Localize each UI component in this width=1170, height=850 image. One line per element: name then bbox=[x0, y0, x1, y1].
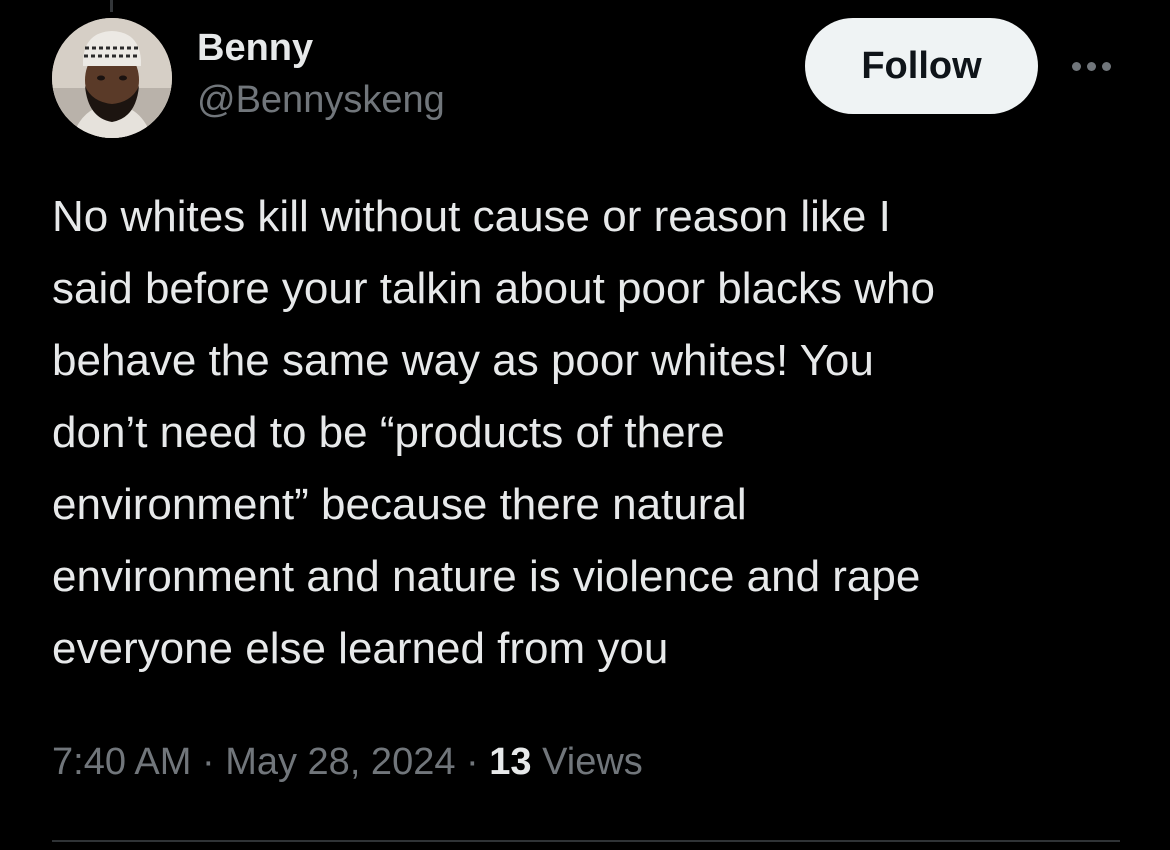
tweet-meta: 7:40 AM · May 28, 2024 · 13 Views bbox=[52, 736, 643, 788]
tweet-body: No whites kill without cause or reason l… bbox=[52, 181, 1132, 685]
ellipsis-dot bbox=[1086, 61, 1096, 71]
ellipsis-icon bbox=[1071, 61, 1111, 71]
tweet-text-line: behave the same way as poor whites! You bbox=[52, 336, 874, 385]
author-display-name[interactable]: Benny bbox=[197, 26, 445, 70]
tweet-text-line: No whites kill without cause or reason l… bbox=[52, 192, 891, 241]
meta-separator: · bbox=[455, 741, 490, 783]
divider bbox=[52, 840, 1120, 842]
avatar-image bbox=[52, 18, 172, 138]
views-count[interactable]: 13 bbox=[489, 741, 531, 783]
more-options-button[interactable] bbox=[1060, 48, 1122, 84]
tweet-text-line: said before your talkin about poor black… bbox=[52, 264, 935, 313]
tweet-header: Benny @Bennyskeng Follow bbox=[52, 18, 1122, 138]
author-names: Benny @Bennyskeng bbox=[197, 26, 445, 126]
tweet-text-line: environment and nature is violence and r… bbox=[52, 552, 921, 601]
tweet-time[interactable]: 7:40 AM bbox=[52, 741, 191, 783]
thread-connector-line bbox=[110, 0, 113, 12]
views-label: Views bbox=[531, 741, 643, 783]
avatar[interactable] bbox=[52, 18, 172, 138]
meta-separator: · bbox=[191, 741, 226, 783]
author-handle[interactable]: @Bennyskeng bbox=[197, 74, 445, 126]
ellipsis-dot bbox=[1071, 61, 1081, 71]
tweet-text-line: everyone else learned from you bbox=[52, 624, 669, 673]
tweet-date[interactable]: May 28, 2024 bbox=[225, 741, 455, 783]
tweet-text-line: environment” because there natural bbox=[52, 480, 747, 529]
ellipsis-dot bbox=[1101, 61, 1111, 71]
follow-button[interactable]: Follow bbox=[805, 18, 1038, 114]
tweet-text-line: don’t need to be “products of there bbox=[52, 408, 725, 457]
